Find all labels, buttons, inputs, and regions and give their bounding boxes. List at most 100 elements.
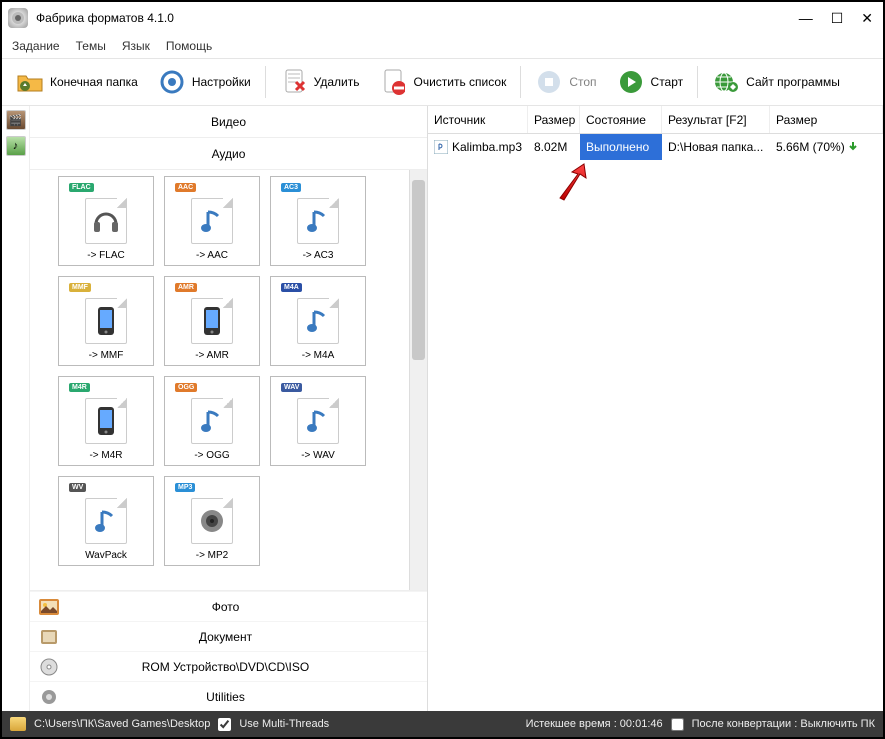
menu-help[interactable]: Помощь — [166, 39, 212, 53]
menu-task[interactable]: Задание — [12, 39, 60, 53]
category-strip: 🎬 ♪ — [2, 106, 30, 711]
status-path: C:\Users\ПК\Saved Games\Desktop — [34, 718, 210, 730]
cell-state: Выполнено — [580, 134, 662, 160]
delete-button[interactable]: Удалить — [272, 64, 368, 100]
left-panel: 🎬 ♪ Видео Аудио FLAC -> FLAC AAC-> AACAC3-… — [2, 106, 428, 711]
menu-language[interactable]: Язык — [122, 39, 150, 53]
cell-size: 8.02M — [528, 134, 580, 160]
format-tile[interactable]: WVWavPack — [58, 476, 154, 566]
stop-icon — [535, 68, 563, 96]
file-icon — [85, 398, 127, 444]
file-icon — [191, 298, 233, 344]
file-icon — [297, 198, 339, 244]
format-tile[interactable]: MMF-> MMF — [58, 276, 154, 366]
file-icon — [297, 398, 339, 444]
category-document[interactable]: Документ — [30, 621, 427, 651]
format-badge: OGG — [175, 383, 197, 392]
format-grid: FLAC-> FLACAAC-> AACAC3-> AC3MMF-> MMFAM… — [30, 170, 409, 590]
header-result[interactable]: Результат [F2] — [662, 106, 770, 133]
header-size[interactable]: Размер — [528, 106, 580, 133]
format-tile[interactable]: FLAC -> FLAC — [58, 176, 154, 266]
format-tile[interactable]: AC3-> AC3 — [270, 176, 366, 266]
website-label: Сайт программы — [746, 75, 840, 89]
header-state[interactable]: Состояние — [580, 106, 662, 133]
status-folder-icon[interactable] — [10, 717, 26, 731]
format-tile[interactable]: M4R -> M4R — [58, 376, 154, 466]
app-icon — [8, 8, 28, 28]
category-photo[interactable]: Фото — [30, 591, 427, 621]
disc-icon — [38, 658, 60, 676]
cell-size2: 5.66M (70%) — [770, 134, 883, 160]
scrollbar[interactable] — [409, 170, 427, 590]
after-convert-checkbox[interactable] — [671, 718, 684, 731]
file-icon — [191, 398, 233, 444]
cell-result: D:\Новая папка... — [662, 134, 770, 160]
window-title: Фабрика форматов 4.1.0 — [36, 11, 799, 25]
file-icon — [191, 198, 233, 244]
titlebar: Фабрика форматов 4.1.0 — ☐ ✕ — [2, 2, 883, 34]
format-tile[interactable]: AMR -> AMR — [164, 276, 260, 366]
delete-label: Удалить — [314, 75, 360, 89]
file-icon — [85, 498, 127, 544]
file-icon — [85, 298, 127, 344]
clear-list-button[interactable]: Очистить список — [371, 64, 514, 100]
format-label: -> M4A — [302, 350, 335, 361]
close-button[interactable]: ✕ — [861, 10, 873, 27]
format-tile[interactable]: MP3-> MP2 — [164, 476, 260, 566]
start-label: Старт — [651, 75, 684, 89]
video-strip-icon[interactable]: 🎬 — [6, 110, 26, 130]
format-badge: M4R — [69, 383, 90, 392]
clear-label: Очистить список — [413, 75, 506, 89]
file-icon — [297, 298, 339, 344]
category-rom[interactable]: ROM Устройство\DVD\CD\ISO — [30, 651, 427, 681]
format-badge: MMF — [69, 283, 91, 292]
output-folder-button[interactable]: Конечная папка — [8, 64, 146, 100]
folder-icon — [16, 68, 44, 96]
format-label: -> WAV — [301, 450, 335, 461]
audio-strip-icon[interactable]: ♪ — [6, 136, 26, 156]
format-badge: M4A — [281, 283, 302, 292]
format-badge: FLAC — [69, 183, 94, 192]
maximize-button[interactable]: ☐ — [831, 10, 844, 27]
gear-icon — [158, 68, 186, 96]
table-row[interactable]: Kalimba.mp3 8.02M Выполнено D:\Новая пап… — [428, 134, 883, 160]
format-badge: MP3 — [175, 483, 195, 492]
globe-icon — [712, 68, 740, 96]
format-label: -> AMR — [195, 350, 229, 361]
format-label: -> FLAC — [87, 250, 125, 261]
format-badge: AMR — [175, 283, 197, 292]
header-source[interactable]: Источник — [428, 106, 528, 133]
settings-button[interactable]: Настройки — [150, 64, 259, 100]
menubar: Задание Темы Язык Помощь — [2, 34, 883, 58]
bottom-categories: Фото Документ ROM Устройство\DVD\CD\ISO … — [30, 590, 427, 711]
stop-label: Стоп — [569, 75, 596, 89]
category-video[interactable]: Видео — [30, 106, 427, 138]
format-tile[interactable]: AAC-> AAC — [164, 176, 260, 266]
settings-label: Настройки — [192, 75, 251, 89]
format-label: -> AAC — [196, 250, 228, 261]
format-label: WavPack — [85, 550, 127, 561]
stop-button[interactable]: Стоп — [527, 64, 604, 100]
right-panel: Источник Размер Состояние Результат [F2]… — [428, 106, 883, 711]
category-utilities[interactable]: Utilities — [30, 681, 427, 711]
document-icon — [38, 628, 60, 646]
format-label: -> OGG — [194, 450, 229, 461]
format-label: -> M4R — [89, 450, 122, 461]
format-badge: WAV — [281, 383, 302, 392]
multithread-checkbox[interactable] — [218, 718, 231, 731]
start-button[interactable]: Старт — [609, 64, 692, 100]
table-header: Источник Размер Состояние Результат [F2]… — [428, 106, 883, 134]
status-bar: C:\Users\ПК\Saved Games\Desktop Use Mult… — [2, 711, 883, 737]
format-tile[interactable]: M4A -> M4A — [270, 276, 366, 366]
format-tile[interactable]: OGG -> OGG — [164, 376, 260, 466]
category-audio[interactable]: Аудио — [30, 138, 427, 170]
website-button[interactable]: Сайт программы — [704, 64, 848, 100]
menu-themes[interactable]: Темы — [76, 39, 106, 53]
after-convert-label: После конвертации : Выключить ПК — [692, 718, 875, 730]
toolbar: Конечная папка Настройки Удалить Очистит… — [2, 58, 883, 106]
output-folder-label: Конечная папка — [50, 75, 138, 89]
gear-small-icon — [38, 688, 60, 706]
minimize-button[interactable]: — — [799, 10, 813, 27]
header-size2[interactable]: Размер — [770, 106, 883, 133]
format-tile[interactable]: WAV -> WAV — [270, 376, 366, 466]
